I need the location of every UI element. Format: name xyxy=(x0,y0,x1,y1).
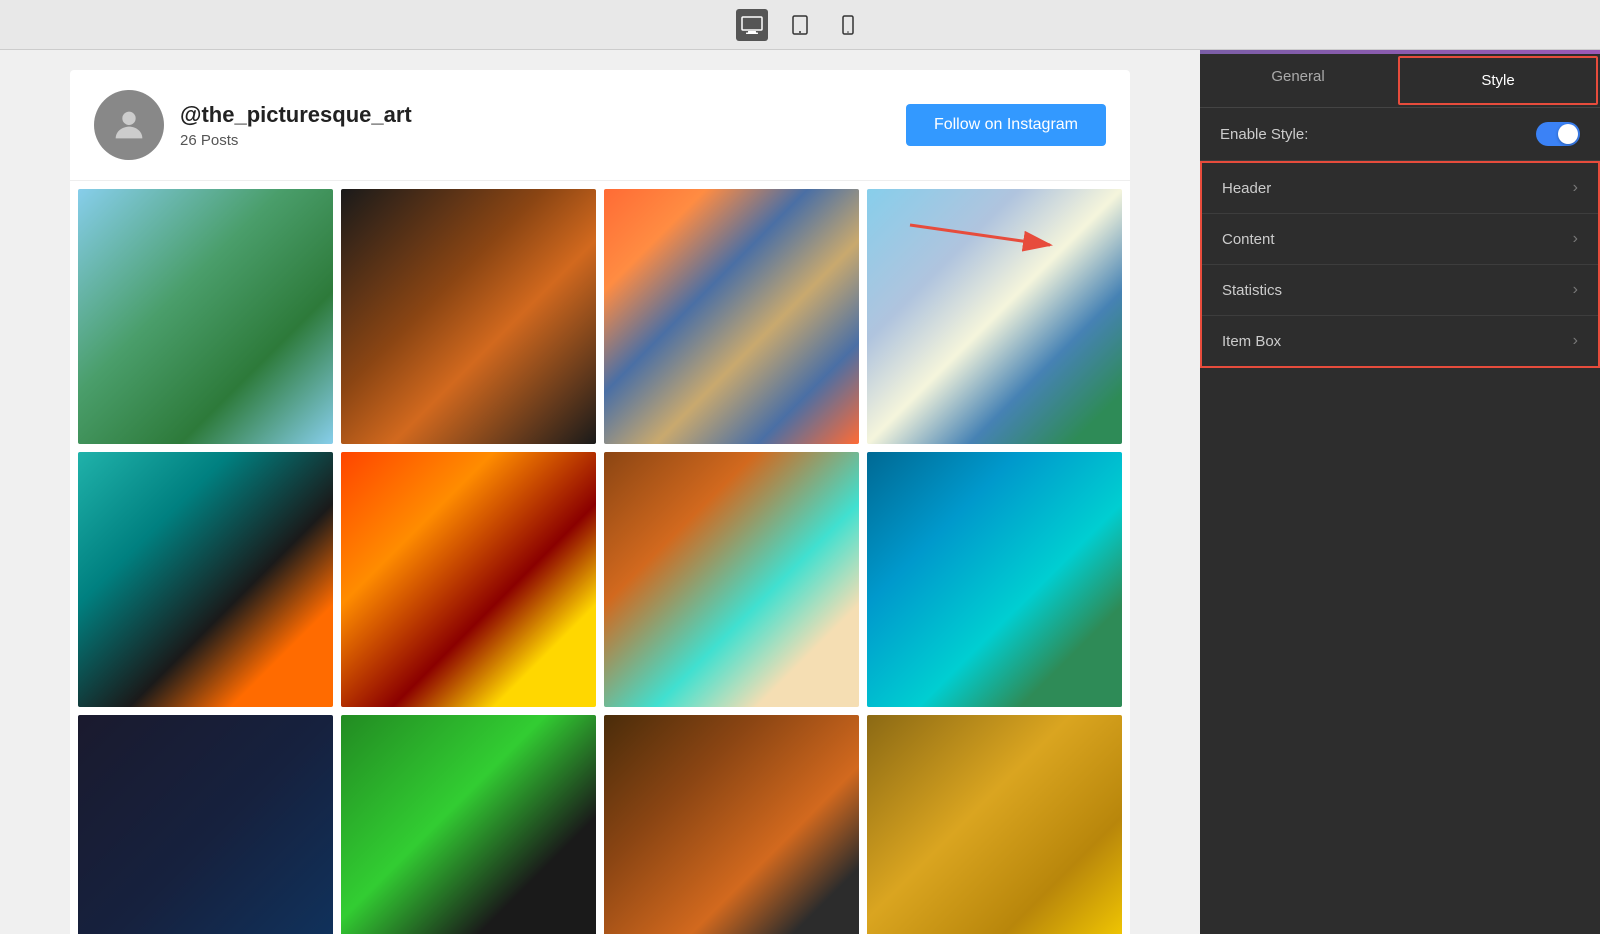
content-section-item[interactable]: Content › xyxy=(1202,214,1598,265)
header-section-item[interactable]: Header › xyxy=(1202,163,1598,214)
grid-item-5[interactable] xyxy=(78,452,333,707)
enable-style-toggle[interactable] xyxy=(1536,122,1580,146)
panel-tabs: General Style xyxy=(1200,54,1600,108)
enable-style-row: Enable Style: xyxy=(1200,108,1600,161)
tablet-view-icon[interactable] xyxy=(784,9,816,41)
posts-count-label: 26 Posts xyxy=(180,132,906,149)
grid-item-7[interactable] xyxy=(604,452,859,707)
tab-general[interactable]: General xyxy=(1200,54,1396,107)
header-chevron-icon: › xyxy=(1573,179,1578,197)
toggle-knob xyxy=(1558,124,1578,144)
content-section-label: Content xyxy=(1222,231,1275,248)
grid-item-12[interactable] xyxy=(867,715,1122,934)
instagram-widget: @the_picturesque_art 26 Posts Follow on … xyxy=(70,70,1130,934)
top-bar xyxy=(0,0,1600,50)
tab-style[interactable]: Style xyxy=(1398,56,1598,105)
content-area-wrapper: @the_picturesque_art 26 Posts Follow on … xyxy=(0,50,1200,934)
grid-item-9[interactable] xyxy=(78,715,333,934)
statistics-section-item[interactable]: Statistics › xyxy=(1202,265,1598,316)
itembox-section-label: Item Box xyxy=(1222,333,1281,350)
image-grid xyxy=(70,181,1130,934)
itembox-section-item[interactable]: Item Box › xyxy=(1202,316,1598,366)
enable-style-label: Enable Style: xyxy=(1220,126,1308,143)
grid-item-3[interactable] xyxy=(604,189,859,444)
content-chevron-icon: › xyxy=(1573,230,1578,248)
user-info: @the_picturesque_art 26 Posts xyxy=(180,102,906,149)
right-panel: General Style Enable Style: Header › Con… xyxy=(1200,50,1600,934)
grid-item-10[interactable] xyxy=(341,715,596,934)
grid-item-4[interactable] xyxy=(867,189,1122,444)
follow-instagram-button[interactable]: Follow on Instagram xyxy=(906,104,1106,146)
grid-item-11[interactable] xyxy=(604,715,859,934)
mobile-view-icon[interactable] xyxy=(832,9,864,41)
grid-item-1[interactable] xyxy=(78,189,333,444)
itembox-chevron-icon: › xyxy=(1573,332,1578,350)
content-area: @the_picturesque_art 26 Posts Follow on … xyxy=(0,50,1200,934)
widget-header: @the_picturesque_art 26 Posts Follow on … xyxy=(70,70,1130,181)
grid-item-2[interactable] xyxy=(341,189,596,444)
avatar xyxy=(94,90,164,160)
username-label: @the_picturesque_art xyxy=(180,102,906,128)
desktop-view-icon[interactable] xyxy=(736,9,768,41)
grid-item-8[interactable] xyxy=(867,452,1122,707)
header-section-label: Header xyxy=(1222,180,1271,197)
grid-item-6[interactable] xyxy=(341,452,596,707)
style-sections-container: Header › Content › Statistics › Item Box… xyxy=(1200,161,1600,368)
statistics-section-label: Statistics xyxy=(1222,282,1282,299)
statistics-chevron-icon: › xyxy=(1573,281,1578,299)
main-layout: @the_picturesque_art 26 Posts Follow on … xyxy=(0,50,1600,934)
